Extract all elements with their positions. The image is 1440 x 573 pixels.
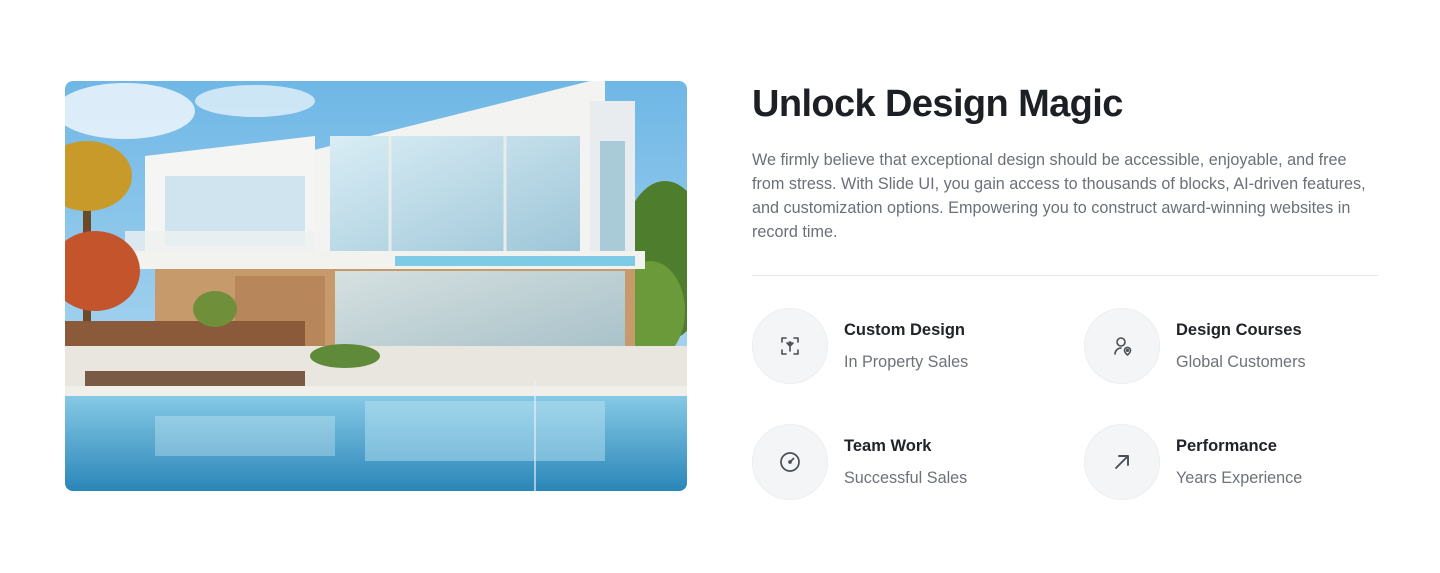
- feature-performance: Performance Years Experience: [1084, 424, 1302, 500]
- arrow-up-right-icon: [1084, 424, 1160, 500]
- user-location-icon: [1084, 308, 1160, 384]
- feature-subtitle: Global Customers: [1176, 353, 1306, 371]
- hero-image: [65, 81, 687, 491]
- gauge-icon: [752, 424, 828, 500]
- feature-title: Team Work: [844, 437, 932, 455]
- feature-subtitle: In Property Sales: [844, 353, 969, 371]
- section-title: Unlock Design Magic: [752, 83, 1123, 125]
- feature-title: Custom Design: [844, 321, 966, 339]
- feature-custom-design: Custom Design In Property Sales: [752, 308, 968, 384]
- feature-team-work: Team Work Successful Sales: [752, 424, 967, 500]
- feature-title: Design Courses: [1176, 321, 1302, 339]
- feature-design-courses: Design Courses Global Customers: [1084, 308, 1306, 384]
- feature-subtitle: Years Experience: [1176, 469, 1303, 487]
- feature-subtitle: Successful Sales: [844, 469, 968, 487]
- content-section: Unlock Design Magic We firmly believe th…: [752, 80, 1378, 508]
- feature-title: Performance: [1176, 437, 1277, 455]
- design-focus-icon: [752, 308, 828, 384]
- divider: [752, 275, 1378, 276]
- features-grid: Custom Design In Property Sales Design C…: [752, 308, 1378, 508]
- section-description: We firmly believe that exceptional desig…: [752, 151, 1366, 241]
- modern-villa-illustration: [65, 81, 687, 491]
